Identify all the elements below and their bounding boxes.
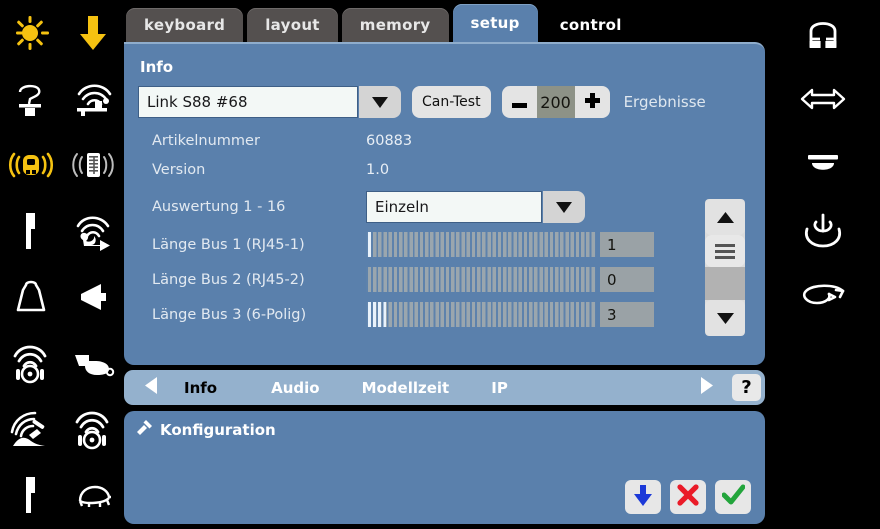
triangle-up-icon xyxy=(716,208,734,227)
magnet-icon[interactable] xyxy=(765,0,880,66)
coach-sound-icon[interactable] xyxy=(62,132,124,198)
triangle-left-icon xyxy=(145,377,157,398)
minus-icon xyxy=(511,93,527,112)
speaker-icon[interactable] xyxy=(62,264,124,330)
left-function-sidebar xyxy=(0,0,124,529)
device-select-value[interactable]: Link S88 #68 xyxy=(138,86,358,118)
konfiguration-header: Konfiguration xyxy=(136,419,753,440)
info-value: 1.0 xyxy=(366,161,390,178)
info-value: 60883 xyxy=(366,132,413,149)
nav-item-info[interactable]: Info xyxy=(174,379,227,397)
application-window: keyboard layout memory setup control Inf… xyxy=(0,0,880,529)
panel-scrollbar[interactable] xyxy=(705,199,745,336)
scroll-down-button[interactable] xyxy=(705,300,745,336)
sound-horn-station-icon[interactable] xyxy=(62,66,124,132)
main-content-area: keyboard layout memory setup control Inf… xyxy=(124,0,765,529)
wrench-icon xyxy=(136,419,153,440)
auswertung-label: Auswertung 1 - 16 xyxy=(152,199,286,215)
chevron-down-icon xyxy=(556,198,572,217)
signal-post-icon[interactable] xyxy=(0,198,62,264)
bus-row-2: Länge Bus 2 (RJ45-2) 0 xyxy=(138,263,751,296)
can-test-button[interactable]: Can-Test xyxy=(412,86,491,118)
bell-sound-icon[interactable] xyxy=(62,396,124,462)
double-arrow-horizontal-icon[interactable] xyxy=(765,66,880,132)
download-button[interactable] xyxy=(625,480,661,514)
nav-next-button[interactable] xyxy=(684,377,730,398)
triangle-down-icon xyxy=(716,309,734,328)
tab-control[interactable]: control xyxy=(542,8,640,42)
tab-memory[interactable]: memory xyxy=(341,8,449,42)
chevron-down-icon xyxy=(372,93,388,112)
bus-value[interactable]: 0 xyxy=(600,267,654,292)
scrollbar-thumb[interactable] xyxy=(705,235,745,267)
info-row-version: Version 1.0 xyxy=(138,155,751,184)
confirm-button[interactable] xyxy=(715,480,751,514)
whistle-icon[interactable] xyxy=(62,330,124,396)
tab-keyboard[interactable]: keyboard xyxy=(126,8,244,42)
bus-value[interactable]: 1 xyxy=(600,232,654,257)
help-button[interactable]: ? xyxy=(732,374,761,401)
locomotive-sound-icon[interactable] xyxy=(0,132,62,198)
stepper-value[interactable]: 200 xyxy=(536,86,575,118)
smoke-generator-icon[interactable] xyxy=(0,66,62,132)
info-key: Artikelnummer xyxy=(152,132,260,149)
bus-label: Länge Bus 1 (RJ45-1) xyxy=(152,236,305,253)
turtle-slow-icon[interactable] xyxy=(62,462,124,528)
bus-value[interactable]: 3 xyxy=(600,302,654,327)
nav-prev-button[interactable] xyxy=(128,377,174,398)
siren-sound-icon[interactable] xyxy=(0,330,62,396)
grip-line-icon xyxy=(715,243,735,247)
bus-label: Länge Bus 3 (6-Polig) xyxy=(152,306,307,323)
konfiguration-panel: Konfiguration xyxy=(124,411,765,524)
shunting-loop-icon[interactable] xyxy=(765,264,880,330)
nav-item-modellzeit[interactable]: Modellzeit xyxy=(352,379,460,397)
bus-row-3: Länge Bus 3 (6-Polig) 3 xyxy=(138,298,751,331)
signal-post-2-icon[interactable] xyxy=(0,462,62,528)
scroll-up-button[interactable] xyxy=(705,199,745,235)
down-arrow-icon[interactable] xyxy=(62,0,124,66)
right-function-sidebar xyxy=(765,0,880,529)
down-arrow-icon xyxy=(633,484,653,511)
konfiguration-actions xyxy=(625,480,751,514)
bus-slider[interactable] xyxy=(366,232,596,257)
auswertung-select-value[interactable]: Einzeln xyxy=(366,191,542,223)
bus-slider[interactable] xyxy=(366,302,596,327)
bus-slider[interactable] xyxy=(366,267,596,292)
grip-line-icon xyxy=(715,255,735,259)
setup-info-panel: Info Link S88 #68 Can-Test 200 Ergebniss… xyxy=(124,42,765,365)
nav-item-ip[interactable]: IP xyxy=(481,379,518,397)
section-nav-bar: Info Audio Modellzeit IP ? xyxy=(124,370,765,405)
panel-title: Info xyxy=(140,58,174,76)
nav-item-audio[interactable]: Audio xyxy=(261,379,329,397)
coal-shovel-sound-icon[interactable] xyxy=(0,396,62,462)
auswertung-dropdown-button[interactable] xyxy=(543,191,585,223)
coupler-icon[interactable] xyxy=(765,198,880,264)
auswertung-row: Auswertung 1 - 16 Einzeln xyxy=(138,188,751,226)
top-tab-bar: keyboard layout memory setup control xyxy=(124,4,765,42)
konfiguration-title: Konfiguration xyxy=(160,420,276,439)
bus-label: Länge Bus 2 (RJ45-2) xyxy=(152,271,305,288)
lamp-icon[interactable] xyxy=(0,0,62,66)
device-control-row: Link S88 #68 Can-Test 200 Ergebnisse xyxy=(138,86,751,118)
triangle-right-icon xyxy=(701,377,713,398)
results-label: Ergebnisse xyxy=(623,93,706,111)
tab-layout[interactable]: layout xyxy=(247,8,338,42)
device-select-dropdown-button[interactable] xyxy=(359,86,401,118)
fan-sound-icon[interactable] xyxy=(62,198,124,264)
scrollbar-track[interactable] xyxy=(705,267,745,300)
cancel-button[interactable] xyxy=(670,480,706,514)
info-row-artikelnummer: Artikelnummer 60883 xyxy=(138,126,751,155)
bus-row-1: Länge Bus 1 (RJ45-1) 1 xyxy=(138,228,751,261)
stepper-decrement-button[interactable] xyxy=(501,86,537,118)
grip-line-icon xyxy=(715,249,735,253)
weight-icon[interactable] xyxy=(0,264,62,330)
check-mark-icon xyxy=(721,484,745,510)
x-mark-icon xyxy=(677,484,699,510)
tab-setup[interactable]: setup xyxy=(452,4,538,42)
plus-icon xyxy=(584,92,600,112)
info-key: Version xyxy=(152,161,206,178)
pantograph-down-icon[interactable] xyxy=(765,132,880,198)
stepper-increment-button[interactable] xyxy=(574,86,610,118)
